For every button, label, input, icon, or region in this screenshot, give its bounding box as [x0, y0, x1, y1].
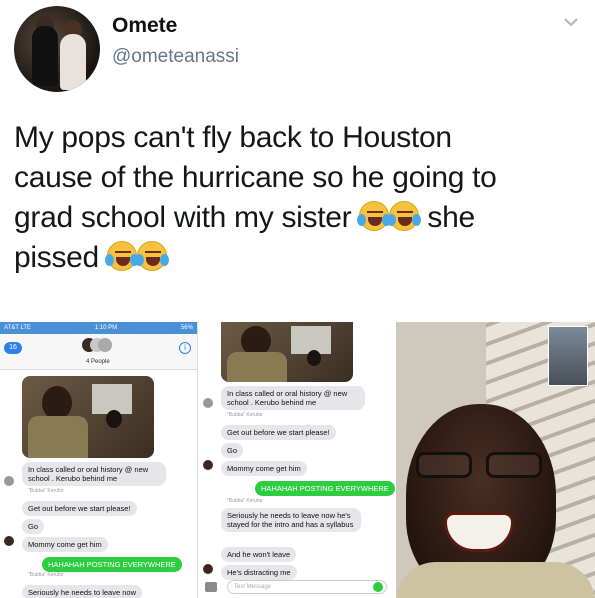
- hoodie: [396, 562, 595, 598]
- tweet-line-text: pissed: [14, 241, 99, 274]
- message-row: Mommy come get him: [221, 458, 307, 476]
- tweet-line: pissed: [14, 238, 584, 278]
- message-bubble-sent[interactable]: HAHAHAH POSTING EVERYWHERE: [255, 481, 395, 496]
- sender-avatar: [4, 476, 14, 486]
- send-icon[interactable]: [373, 582, 383, 592]
- facetime-preview: [548, 326, 588, 386]
- joy-emoji-icon: [357, 201, 392, 231]
- message-bubble[interactable]: Mommy come get him: [221, 461, 307, 476]
- message-bubble[interactable]: Get out before we start please!: [221, 425, 336, 440]
- group-avatar[interactable]: [82, 338, 112, 356]
- message-navbar: 16 4 People i: [0, 334, 197, 370]
- display-name[interactable]: Omete: [112, 14, 177, 38]
- message-row: In class called or oral history @ new sc…: [22, 462, 166, 486]
- status-bar: AT&T LTE 1:10 PM 56%: [0, 322, 197, 334]
- message-row: In class called or oral history @ new sc…: [221, 386, 365, 410]
- tweet-line: grad school with my sister she: [14, 198, 584, 238]
- sender-avatar: [4, 536, 14, 546]
- tweet-text: My pops can't fly back to Houston cause …: [14, 118, 584, 278]
- message-row: HAHAHAH POSTING EVERYWHERE: [255, 478, 395, 496]
- message-bubble[interactable]: Seriously he needs to leave now: [22, 585, 142, 598]
- tweet-line: cause of the hurricane so he going to: [14, 161, 497, 194]
- message-bubble[interactable]: In class called or oral history @ new sc…: [221, 386, 365, 410]
- phone-screenshot-1: AT&T LTE 1:10 PM 56% 16 4 People i In cl…: [0, 322, 198, 598]
- phone-screenshot-2: In class called or oral history @ new sc…: [199, 322, 395, 598]
- message-row: Get out before we start please!: [22, 498, 137, 516]
- group-label: 4 People: [86, 359, 110, 365]
- selfie-photo: [396, 322, 595, 598]
- avatar[interactable]: [14, 6, 100, 92]
- message-bubble[interactable]: Mommy come get him: [22, 537, 108, 552]
- sender-name: "Bubba" Kerubo: [227, 412, 263, 418]
- sender-avatar: [203, 564, 213, 574]
- message-bubble[interactable]: Seriously he needs to leave now he's sta…: [221, 508, 361, 532]
- sender-avatar: [203, 398, 213, 408]
- status-time: 1:10 PM: [94, 325, 118, 331]
- message-row: He's distracting me: [221, 562, 297, 580]
- sender-name: "Bubba" Kerubo: [28, 488, 64, 494]
- message-bubble[interactable]: Go: [22, 519, 45, 534]
- tweet-line: My pops can't fly back to Houston: [14, 121, 452, 154]
- message-bubble[interactable]: And he won't leave: [221, 547, 297, 562]
- chevron-down-icon[interactable]: [563, 14, 579, 30]
- crying-emoji-icon: [134, 241, 169, 271]
- back-button[interactable]: 16: [4, 342, 22, 354]
- sender-avatar: [203, 460, 213, 470]
- message-bubble[interactable]: Get out before we start please!: [22, 501, 137, 516]
- joy-emoji-icon: [387, 201, 422, 231]
- info-icon[interactable]: i: [179, 342, 191, 354]
- message-input-placeholder: Text Message: [234, 584, 272, 590]
- message-row: Go: [22, 516, 45, 534]
- tweet-header: Omete @ometeanassi: [0, 0, 595, 100]
- glasses: [416, 452, 544, 478]
- message-photo[interactable]: [221, 322, 353, 382]
- crying-emoji-icon: [104, 241, 139, 271]
- message-row: Mommy come get him: [22, 534, 108, 552]
- tweet-line-text: she: [427, 201, 475, 234]
- message-bubble[interactable]: He's distracting me: [221, 565, 297, 580]
- message-row: Seriously he needs to leave now he's sta…: [221, 508, 361, 532]
- message-photo[interactable]: [22, 376, 154, 458]
- sender-name: "Bubba" Kerubo: [227, 498, 263, 504]
- message-row: Seriously he needs to leave now: [22, 582, 142, 598]
- tweet-line-text: grad school with my sister: [14, 201, 352, 234]
- user-handle[interactable]: @ometeanassi: [112, 46, 239, 68]
- carrier-label: AT&T LTE: [4, 325, 32, 331]
- message-bubble-sent[interactable]: HAHAHAH POSTING EVERYWHERE: [42, 557, 182, 572]
- message-row: Go: [221, 440, 244, 458]
- message-row: And he won't leave: [221, 544, 297, 562]
- camera-icon[interactable]: [205, 582, 217, 592]
- message-input[interactable]: Text Message: [227, 580, 387, 594]
- sender-name: "Bubba" Kerubo: [28, 572, 64, 578]
- message-bubble[interactable]: Go: [221, 443, 244, 458]
- message-bubble[interactable]: In class called or oral history @ new sc…: [22, 462, 166, 486]
- message-row: HAHAHAH POSTING EVERYWHERE: [42, 554, 182, 572]
- message-row: Get out before we start please!: [221, 422, 336, 440]
- battery-label: 56%: [180, 325, 193, 331]
